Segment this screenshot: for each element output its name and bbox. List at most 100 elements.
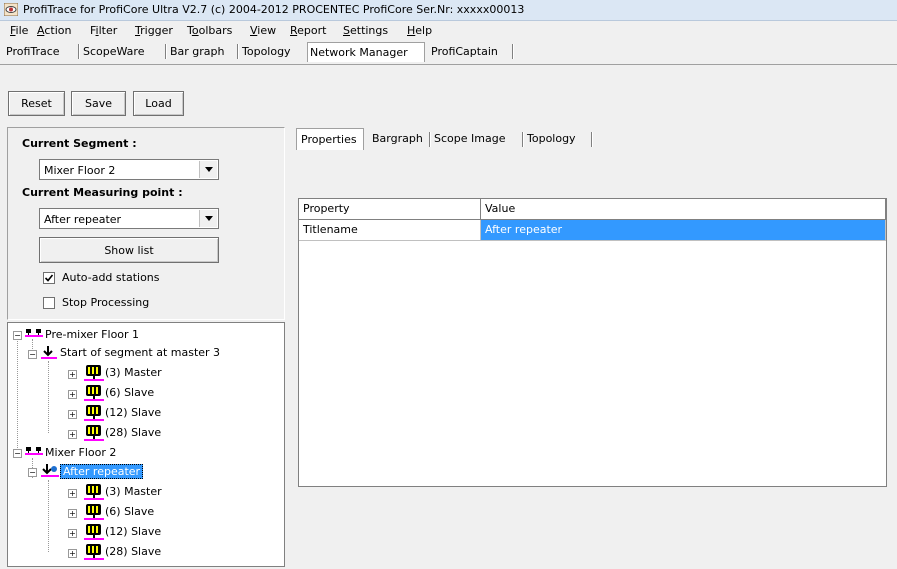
reset-button[interactable]: Reset: [8, 91, 65, 116]
expand-icon[interactable]: +: [68, 430, 77, 439]
expand-icon[interactable]: +: [68, 390, 77, 399]
show-list-button[interactable]: Show list: [39, 237, 219, 263]
menu-filter[interactable]: Filter: [90, 24, 117, 37]
tree-label-selected: After repeater: [60, 464, 144, 479]
tree-label: (28) Slave: [105, 426, 162, 439]
tree-label: (6) Slave: [105, 386, 155, 399]
station-device-icon: [84, 385, 104, 401]
column-header-property[interactable]: Property: [299, 199, 481, 220]
expand-icon[interactable]: +: [68, 370, 77, 379]
collapse-icon[interactable]: −: [28, 468, 37, 477]
title-bar: ProfiTrace for ProfiCore Ultra V2.7 (c) …: [0, 0, 897, 21]
tree-label: Pre-mixer Floor 1: [45, 328, 140, 341]
menu-view[interactable]: View: [250, 24, 276, 37]
station-device-icon: [84, 425, 104, 441]
tree-label: (3) Master: [105, 366, 162, 379]
chevron-down-icon[interactable]: [199, 161, 217, 178]
menu-bar: File Action Filter Trigger Toolbars View…: [0, 21, 897, 40]
tab-scopeware[interactable]: ScopeWare: [83, 45, 144, 58]
tree-segment-pre-mixer-floor-1[interactable]: − Pre-mixer Floor 1: [8, 327, 278, 345]
tab-bargraph[interactable]: Bargraph: [372, 132, 423, 145]
main-tab-bar: ProfiTrace ScopeWare Bar graph Topology …: [0, 41, 897, 65]
tab-separator: [78, 44, 80, 59]
tree-measuring-point-selected[interactable]: − After repeater: [8, 463, 278, 481]
station-device-icon: [84, 524, 104, 540]
expand-icon[interactable]: +: [68, 529, 77, 538]
network-tree[interactable]: − Pre-mixer Floor 1 − Start of segment a…: [7, 322, 285, 567]
tree-label: (12) Slave: [105, 525, 162, 538]
expand-icon[interactable]: +: [68, 549, 77, 558]
station-device-icon: [84, 365, 104, 381]
menu-toolbars[interactable]: Toolbars: [187, 24, 232, 37]
stop-processing-checkbox[interactable]: [43, 297, 55, 309]
tab-scope-image[interactable]: Scope Image: [434, 132, 505, 145]
stop-processing-label: Stop Processing: [62, 296, 150, 309]
tree-station[interactable]: + (12) Slave: [8, 405, 278, 423]
expand-icon[interactable]: +: [68, 509, 77, 518]
tree-label: (12) Slave: [105, 406, 162, 419]
tab-topology-sub[interactable]: Topology: [527, 132, 576, 145]
tab-proficaptain[interactable]: ProfiCaptain: [431, 45, 498, 58]
measuring-point-select[interactable]: After repeater: [39, 208, 219, 229]
save-button[interactable]: Save: [71, 91, 126, 116]
tab-topology[interactable]: Topology: [242, 45, 291, 58]
tree-segment-mixer-floor-2[interactable]: − Mixer Floor 2: [8, 445, 278, 463]
tab-separator: [429, 132, 431, 147]
value-cell-selected[interactable]: After repeater: [481, 220, 886, 241]
property-grid[interactable]: Property Value Titlename After repeater: [298, 198, 887, 487]
tab-separator: [591, 132, 593, 147]
tab-properties[interactable]: Properties: [296, 128, 364, 150]
app-eye-icon: [4, 3, 18, 16]
menu-report[interactable]: Report: [290, 24, 326, 37]
expand-icon[interactable]: +: [68, 489, 77, 498]
tree-label: (6) Slave: [105, 505, 155, 518]
collapse-icon[interactable]: −: [13, 331, 22, 340]
tree-label: Mixer Floor 2: [45, 446, 117, 459]
tree-label: Start of segment at master 3: [60, 346, 221, 359]
checkmark-icon: [44, 274, 54, 282]
tab-profitrace[interactable]: ProfiTrace: [6, 45, 60, 58]
tree-station[interactable]: + (3) Master: [8, 365, 278, 383]
load-button[interactable]: Load: [133, 91, 184, 116]
menu-settings[interactable]: Settings: [343, 24, 388, 37]
tab-separator: [522, 132, 524, 147]
tree-label: (3) Master: [105, 485, 162, 498]
tree-station[interactable]: + (6) Slave: [8, 504, 278, 522]
measuring-point-select-value: After repeater: [44, 213, 122, 226]
tree-station[interactable]: + (3) Master: [8, 484, 278, 502]
tree-label: (28) Slave: [105, 545, 162, 558]
menu-help[interactable]: Help: [407, 24, 432, 37]
station-device-icon: [84, 405, 104, 421]
auto-add-stations-label: Auto-add stations: [62, 271, 160, 284]
station-device-icon: [84, 544, 104, 560]
menu-action[interactable]: Action: [37, 24, 71, 37]
tree-station[interactable]: + (28) Slave: [8, 425, 278, 443]
segment-select[interactable]: Mixer Floor 2: [39, 159, 219, 180]
current-measuring-point-label: Current Measuring point :: [22, 186, 183, 199]
tab-bar-graph[interactable]: Bar graph: [170, 45, 225, 58]
tab-separator: [165, 44, 167, 59]
menu-file[interactable]: File: [10, 24, 28, 37]
segment-bus-icon: [25, 447, 43, 455]
collapse-icon[interactable]: −: [28, 350, 37, 359]
segment-select-value: Mixer Floor 2: [44, 164, 116, 177]
window-title: ProfiTrace for ProfiCore Ultra V2.7 (c) …: [23, 3, 525, 16]
tab-network-manager[interactable]: Network Manager: [307, 42, 425, 62]
tree-station[interactable]: + (28) Slave: [8, 544, 278, 562]
tree-measuring-point[interactable]: − Start of segment at master 3: [8, 345, 278, 363]
active-measuring-point-icon: [41, 464, 59, 477]
collapse-icon[interactable]: −: [13, 449, 22, 458]
tree-station[interactable]: + (6) Slave: [8, 385, 278, 403]
chevron-down-icon[interactable]: [199, 210, 217, 227]
current-segment-label: Current Segment :: [22, 137, 137, 150]
tab-separator: [237, 44, 239, 59]
segment-bus-icon: [25, 329, 43, 337]
auto-add-stations-checkbox[interactable]: [43, 272, 55, 284]
measuring-point-icon: [41, 346, 57, 359]
expand-icon[interactable]: +: [68, 410, 77, 419]
menu-trigger[interactable]: Trigger: [135, 24, 173, 37]
property-cell[interactable]: Titlename: [299, 220, 481, 241]
station-device-icon: [84, 484, 104, 500]
column-header-value[interactable]: Value: [481, 199, 886, 220]
tree-station[interactable]: + (12) Slave: [8, 524, 278, 542]
